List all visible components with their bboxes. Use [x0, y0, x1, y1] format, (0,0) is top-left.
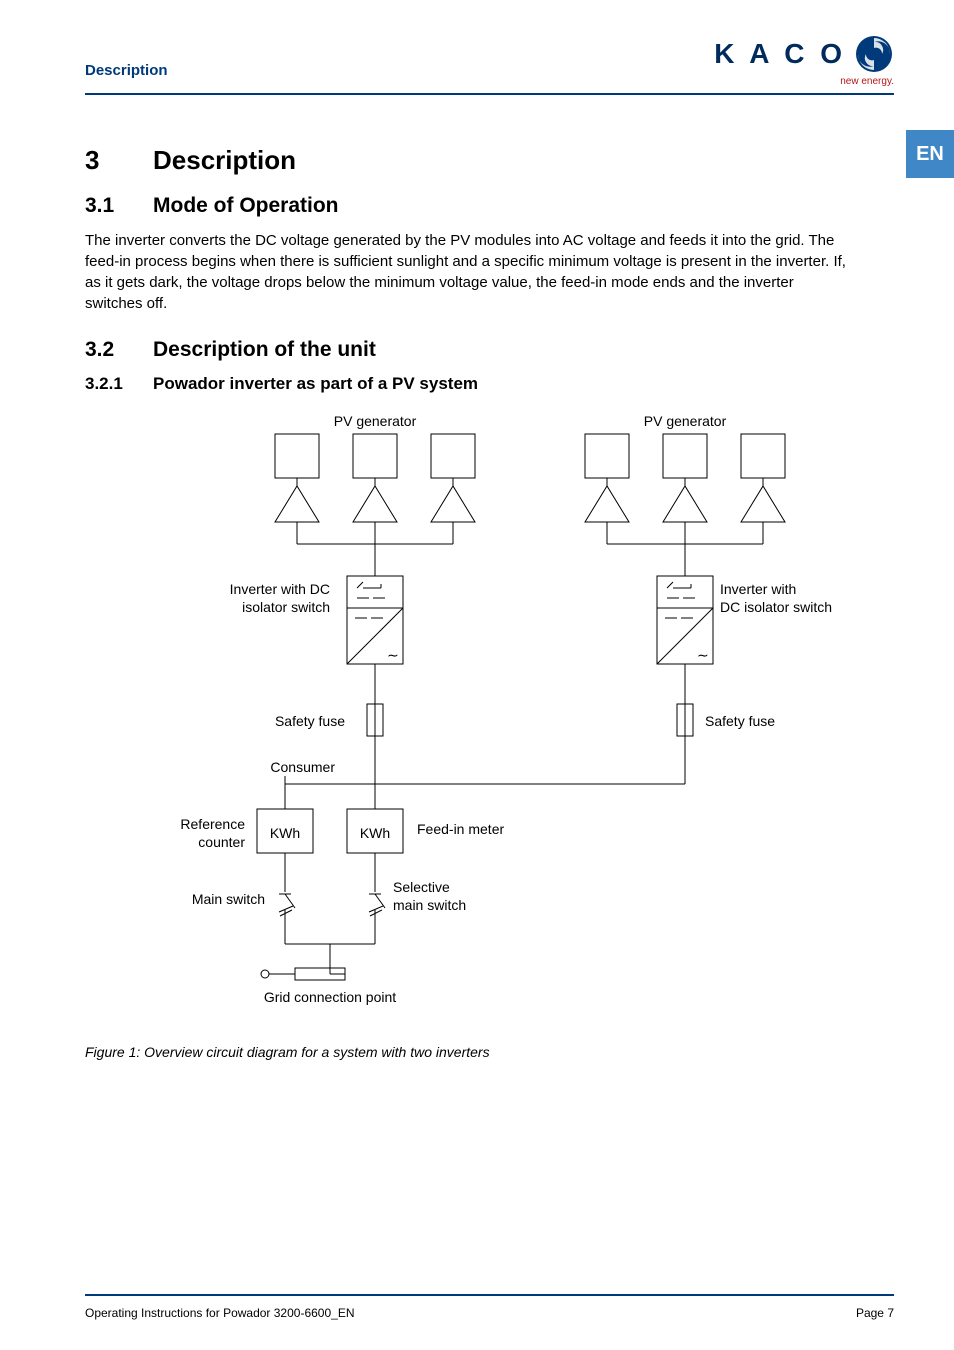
label-reference-counter-1: Reference [180, 816, 245, 832]
label-main-switch: Main switch [192, 891, 265, 907]
label-selective-switch-2: main switch [393, 897, 466, 913]
label-kwh-2: KWh [360, 825, 390, 841]
svg-text:∼: ∼ [697, 647, 709, 663]
page-footer: Operating Instructions for Powador 3200-… [85, 1294, 894, 1320]
subsection-3-2-heading: 3.2Description of the unit [85, 338, 894, 362]
subsection-3-1-heading: 3.1Mode of Operation [85, 194, 894, 218]
section-title: Description [153, 145, 296, 175]
brand-name: K A C O [714, 38, 846, 70]
mode-of-operation-body: The inverter converts the DC voltage gen… [85, 230, 855, 314]
section-heading: 3Description [85, 145, 894, 176]
label-safety-fuse-left: Safety fuse [275, 713, 345, 729]
running-title: Description [85, 40, 168, 79]
label-pv-generator-left: PV generator [334, 414, 417, 429]
label-pv-generator-right: PV generator [644, 414, 727, 429]
label-inverter-left-line1: Inverter with DC [230, 581, 330, 597]
section-number: 3 [85, 145, 153, 176]
footer-page-number: Page 7 [856, 1306, 894, 1320]
brand-tagline: new energy. [714, 76, 894, 87]
subsection-title: Powador inverter as part of a PV system [153, 374, 478, 393]
subsection-number: 3.1 [85, 194, 153, 218]
label-consumer: Consumer [270, 759, 335, 775]
label-kwh-1: KWh [270, 825, 300, 841]
label-selective-switch-1: Selective [393, 879, 450, 895]
label-grid-connection: Grid connection point [264, 989, 396, 1005]
subsection-number: 3.2 [85, 338, 153, 362]
subsection-number: 3.2.1 [85, 374, 153, 394]
circuit-diagram: PV generator PV generator [135, 414, 835, 1034]
label-inverter-left-line2: isolator switch [242, 599, 330, 615]
label-reference-counter-2: counter [198, 834, 245, 850]
page-header: Description K A C O new energy. [85, 40, 894, 95]
subsection-title: Description of the unit [153, 338, 376, 361]
label-feed-in-meter: Feed-in meter [417, 821, 504, 837]
brand-block: K A C O new energy. [714, 40, 894, 87]
label-inverter-right-line2: DC isolator switch [720, 599, 832, 615]
subsection-3-2-1-heading: 3.2.1Powador inverter as part of a PV sy… [85, 374, 894, 394]
label-safety-fuse-right: Safety fuse [705, 713, 775, 729]
main-switch-symbol [279, 876, 295, 944]
swirl-icon [854, 34, 894, 74]
figure-caption: Figure 1: Overview circuit diagram for a… [85, 1044, 894, 1060]
language-tab: EN [906, 130, 954, 178]
subsection-title: Mode of Operation [153, 194, 339, 217]
selective-main-switch-symbol [369, 876, 385, 944]
label-inverter-right-line1: Inverter with [720, 581, 796, 597]
svg-text:∼: ∼ [387, 647, 399, 663]
footer-doc-title: Operating Instructions for Powador 3200-… [85, 1306, 355, 1320]
